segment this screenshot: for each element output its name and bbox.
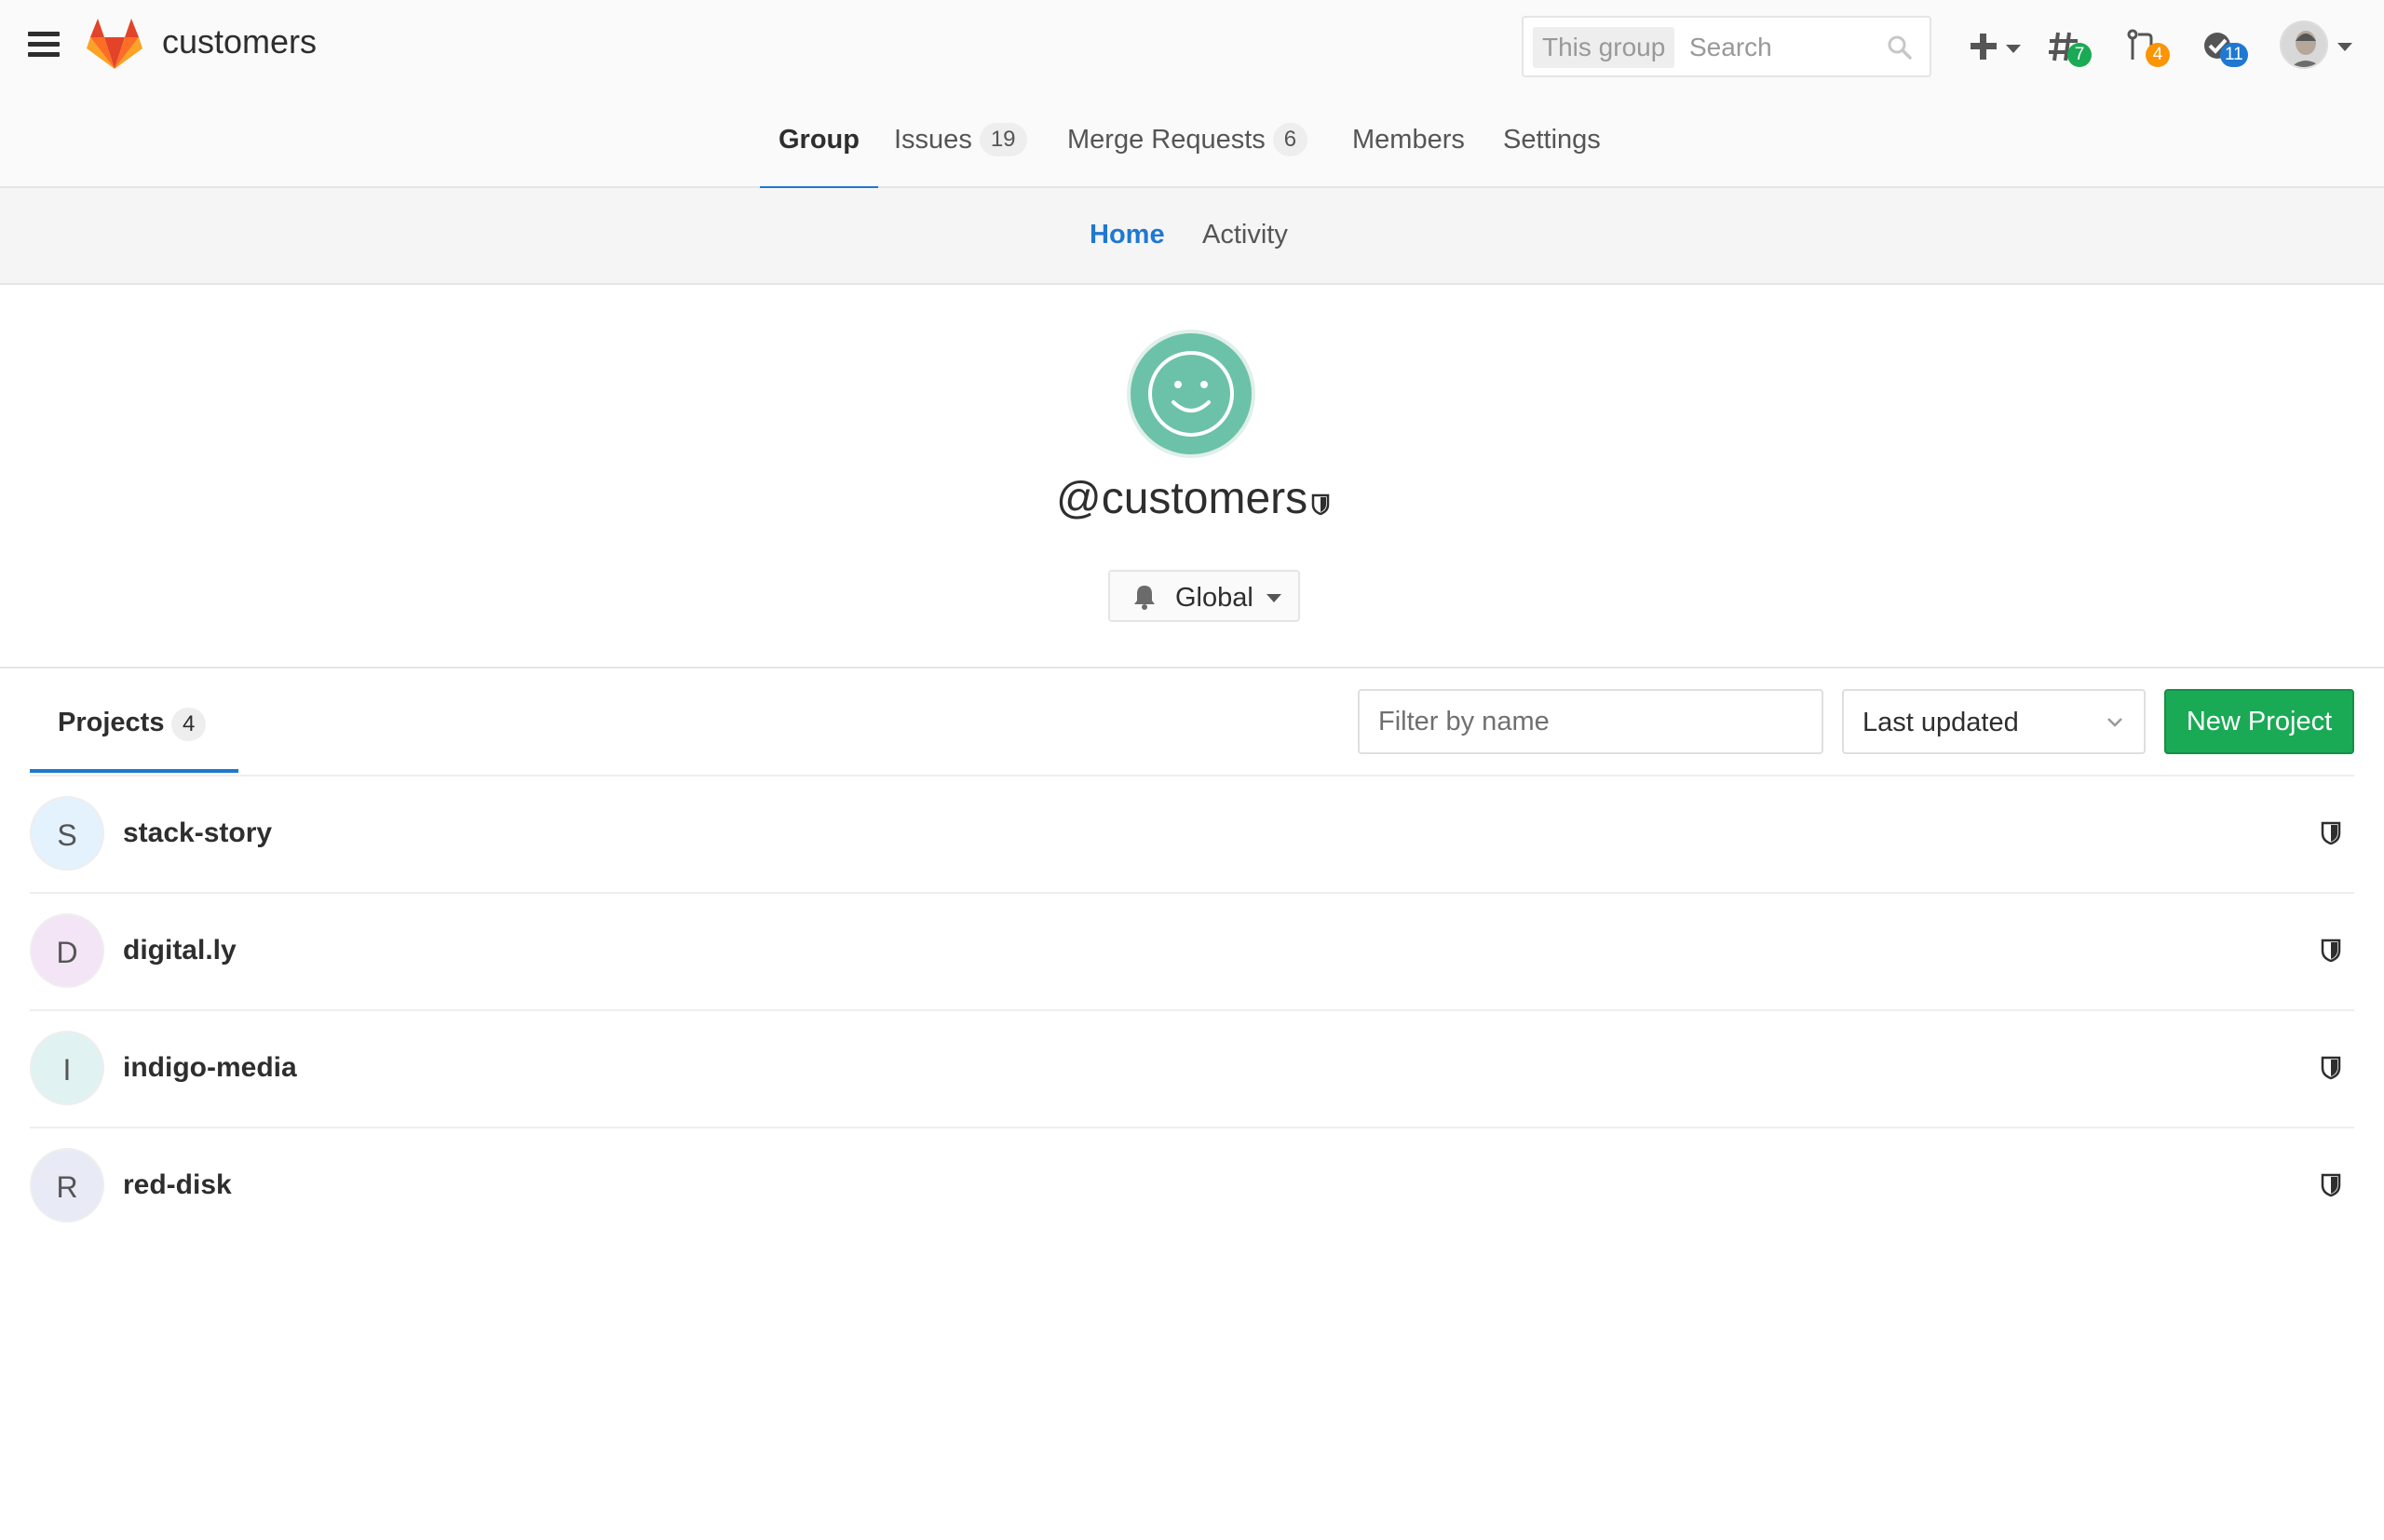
tab-settings[interactable]: Settings	[1503, 112, 1601, 188]
top-header: customers This group 7	[0, 0, 2384, 190]
private-shield-icon	[1311, 493, 1330, 516]
user-photo-icon	[2282, 22, 2326, 67]
project-row[interactable]: R red-disk	[30, 1127, 2354, 1244]
issues-count-badge: 7	[2067, 43, 2092, 67]
group-avatar	[1127, 330, 1255, 458]
smiley-icon	[1148, 351, 1234, 437]
tab-label: Merge Requests	[1067, 125, 1266, 155]
tab-label: Issues	[894, 125, 972, 155]
section-divider	[0, 667, 2384, 669]
sort-dropdown[interactable]: Last updated	[1842, 689, 2146, 754]
project-list: S stack-story D digital.ly I indigo-medi…	[30, 775, 2354, 1244]
chevron-down-icon	[1266, 594, 1281, 602]
private-shield-icon	[2321, 821, 2341, 845]
sub-nav: Home Activity	[0, 188, 2384, 285]
project-avatar: S	[30, 796, 104, 871]
tab-label: Group	[779, 125, 860, 155]
project-avatar: R	[30, 1148, 104, 1223]
new-project-button[interactable]: New Project	[2164, 689, 2354, 754]
app-title[interactable]: customers	[162, 22, 317, 61]
chevron-down-icon	[2107, 718, 2122, 727]
projects-tab-label: Projects	[58, 708, 165, 737]
group-nav-tabs: Group Issues 19 Merge Requests 6 Members S…	[0, 112, 2384, 190]
search-scope-label[interactable]: This group	[1533, 27, 1675, 68]
user-menu-chevron-icon[interactable]	[2337, 43, 2352, 51]
project-name[interactable]: digital.ly	[123, 935, 237, 966]
tab-merge-requests[interactable]: Merge Requests 6	[1067, 112, 1308, 188]
tab-label: Settings	[1503, 125, 1601, 155]
private-shield-icon	[2321, 1173, 2341, 1197]
tab-members[interactable]: Members	[1352, 112, 1465, 188]
project-row[interactable]: D digital.ly	[30, 892, 2354, 1009]
notification-settings-button[interactable]: Global	[1108, 570, 1300, 622]
subnav-home[interactable]: Home	[1090, 220, 1165, 250]
notification-level: Global	[1175, 583, 1253, 613]
project-avatar: I	[30, 1031, 104, 1105]
plus-icon	[1971, 34, 1997, 60]
chevron-down-icon	[2006, 45, 2021, 53]
gitlab-logo[interactable]	[86, 17, 143, 71]
bell-icon	[1134, 586, 1155, 610]
tab-count-badge: 19	[979, 123, 1027, 156]
project-row[interactable]: I indigo-media	[30, 1009, 2354, 1127]
project-name[interactable]: stack-story	[123, 817, 272, 849]
subnav-activity[interactable]: Activity	[1202, 220, 1288, 250]
private-shield-icon	[2321, 939, 2341, 963]
filter-by-name-input[interactable]	[1358, 689, 1823, 754]
new-dropdown-button[interactable]	[1969, 20, 2021, 73]
tab-label: Members	[1352, 125, 1465, 155]
tab-issues[interactable]: Issues 19	[894, 112, 1027, 188]
todos-button[interactable]: 11	[2201, 20, 2259, 73]
search-input[interactable]	[1689, 27, 1866, 68]
tab-projects[interactable]: Projects 4	[30, 687, 238, 773]
tab-count-badge: 6	[1272, 123, 1308, 156]
project-row[interactable]: S stack-story	[30, 775, 2354, 892]
todos-count-badge: 11	[2220, 43, 2248, 67]
issues-button[interactable]: 7	[2047, 20, 2093, 73]
merge-requests-button[interactable]: 4	[2125, 20, 2174, 73]
sort-selected-value: Last updated	[1862, 708, 2019, 737]
search-icon[interactable]	[1887, 34, 1913, 61]
group-name: @customers	[1056, 474, 1308, 523]
menu-icon[interactable]	[28, 32, 60, 60]
search-box[interactable]: This group	[1522, 16, 1931, 77]
user-avatar[interactable]	[2280, 20, 2328, 69]
private-shield-icon	[2321, 1056, 2341, 1080]
projects-count-badge: 4	[171, 708, 207, 741]
merge-requests-count-badge: 4	[2146, 43, 2170, 67]
project-avatar: D	[30, 913, 104, 988]
project-name[interactable]: red-disk	[123, 1169, 232, 1201]
project-name[interactable]: indigo-media	[123, 1052, 297, 1084]
tab-group[interactable]: Group	[760, 112, 878, 190]
